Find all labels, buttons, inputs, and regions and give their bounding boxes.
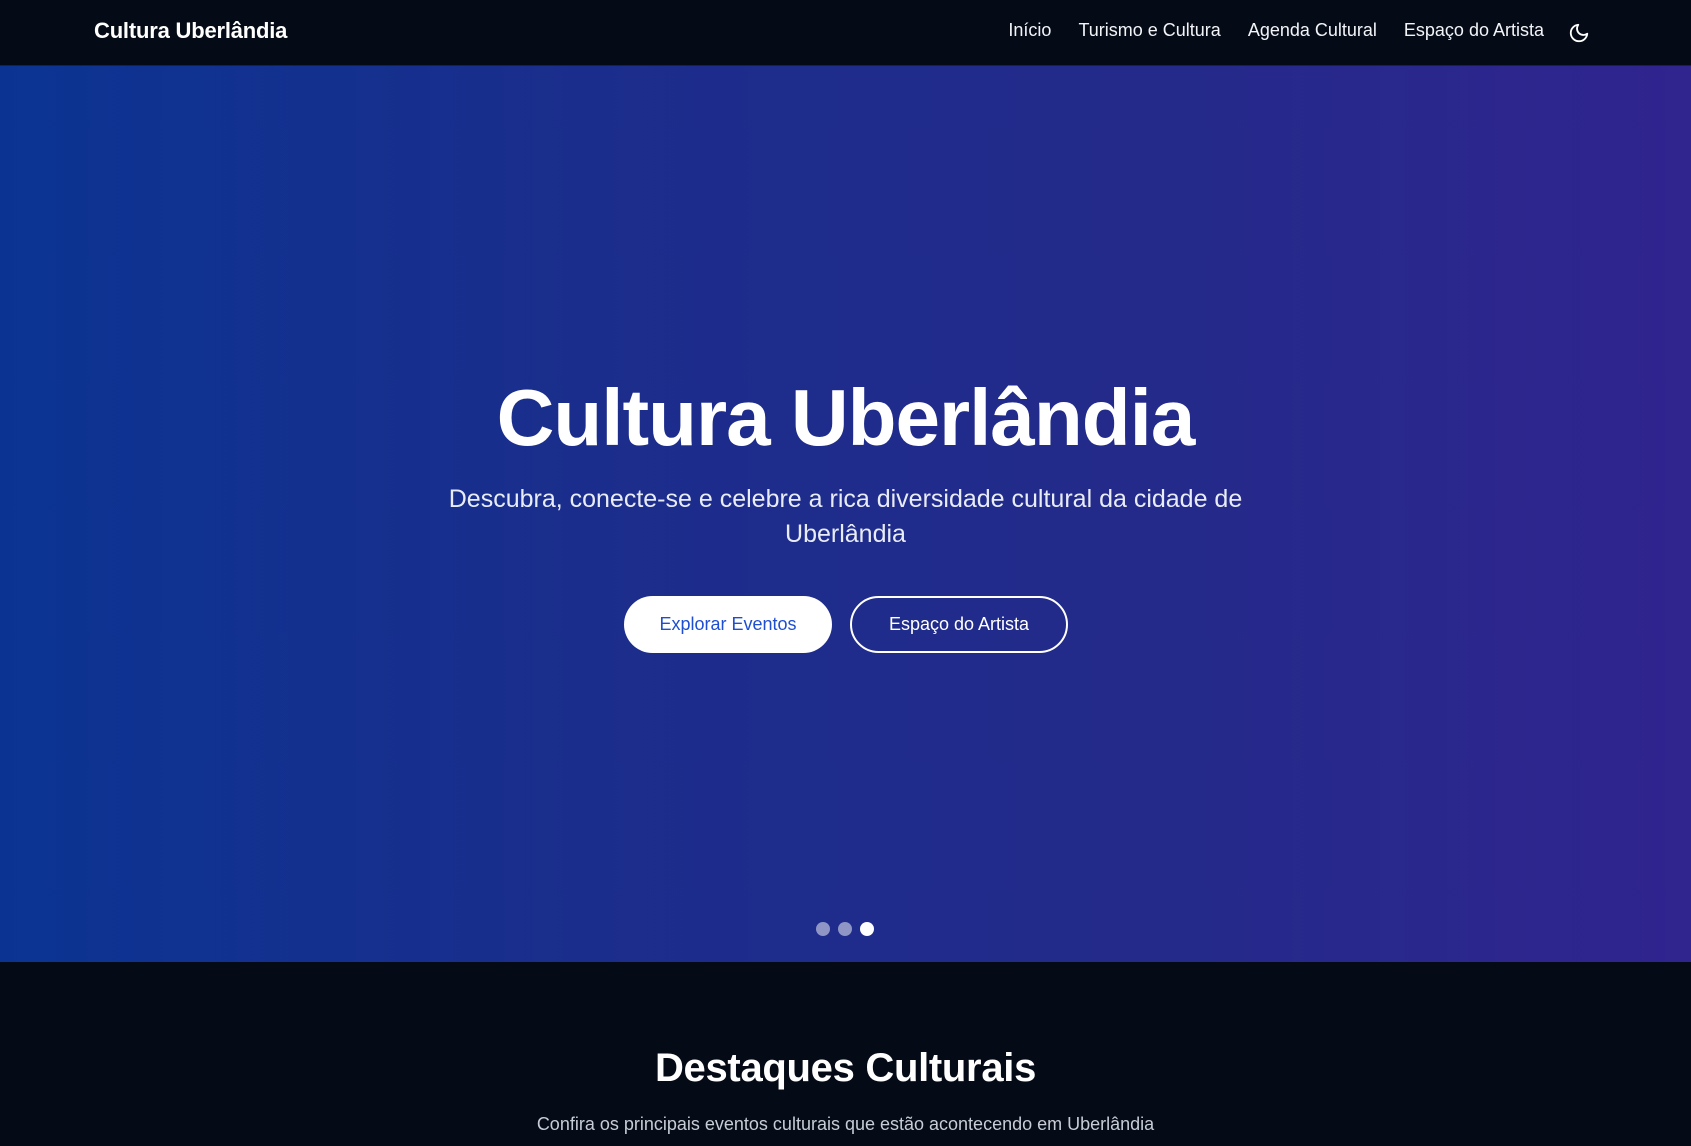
theme-toggle-button[interactable] (1566, 20, 1592, 46)
carousel-dot-3[interactable] (860, 922, 874, 936)
hero-title: Cultura Uberlândia (496, 373, 1196, 462)
nav-link-espaco-do-artista[interactable]: Espaço do Artista (1404, 20, 1544, 41)
artist-space-button[interactable]: Espaço do Artista (850, 596, 1068, 653)
hero-subtitle: Descubra, conecte-se e celebre a rica di… (448, 485, 1243, 548)
section-subtitle: Confira os principais eventos culturais … (536, 1114, 1155, 1134)
explore-events-button[interactable]: Explorar Eventos (624, 596, 832, 653)
nav-link-turismo-e-cultura[interactable]: Turismo e Cultura (1078, 20, 1220, 41)
brand-logo-link[interactable]: Cultura Uberlândia (94, 18, 287, 44)
carousel-dot-2[interactable] (838, 922, 852, 936)
carousel-indicators (816, 922, 874, 936)
cultural-highlights-section: Destaques Culturais Confira os principai… (0, 962, 1691, 1146)
top-navbar: Cultura Uberlândia Início Turismo e Cult… (0, 0, 1691, 66)
nav-link-inicio[interactable]: Início (1008, 20, 1051, 41)
nav-link-agenda-cultural[interactable]: Agenda Cultural (1248, 20, 1377, 41)
moon-icon (1569, 23, 1589, 43)
carousel-dot-1[interactable] (816, 922, 830, 936)
hero-banner: Cultura Uberlândia Descubra, conecte-se … (0, 66, 1691, 962)
section-title: Destaques Culturais (654, 1046, 1037, 1090)
main-navigation: Início Turismo e Cultura Agenda Cultural… (1008, 20, 1544, 41)
